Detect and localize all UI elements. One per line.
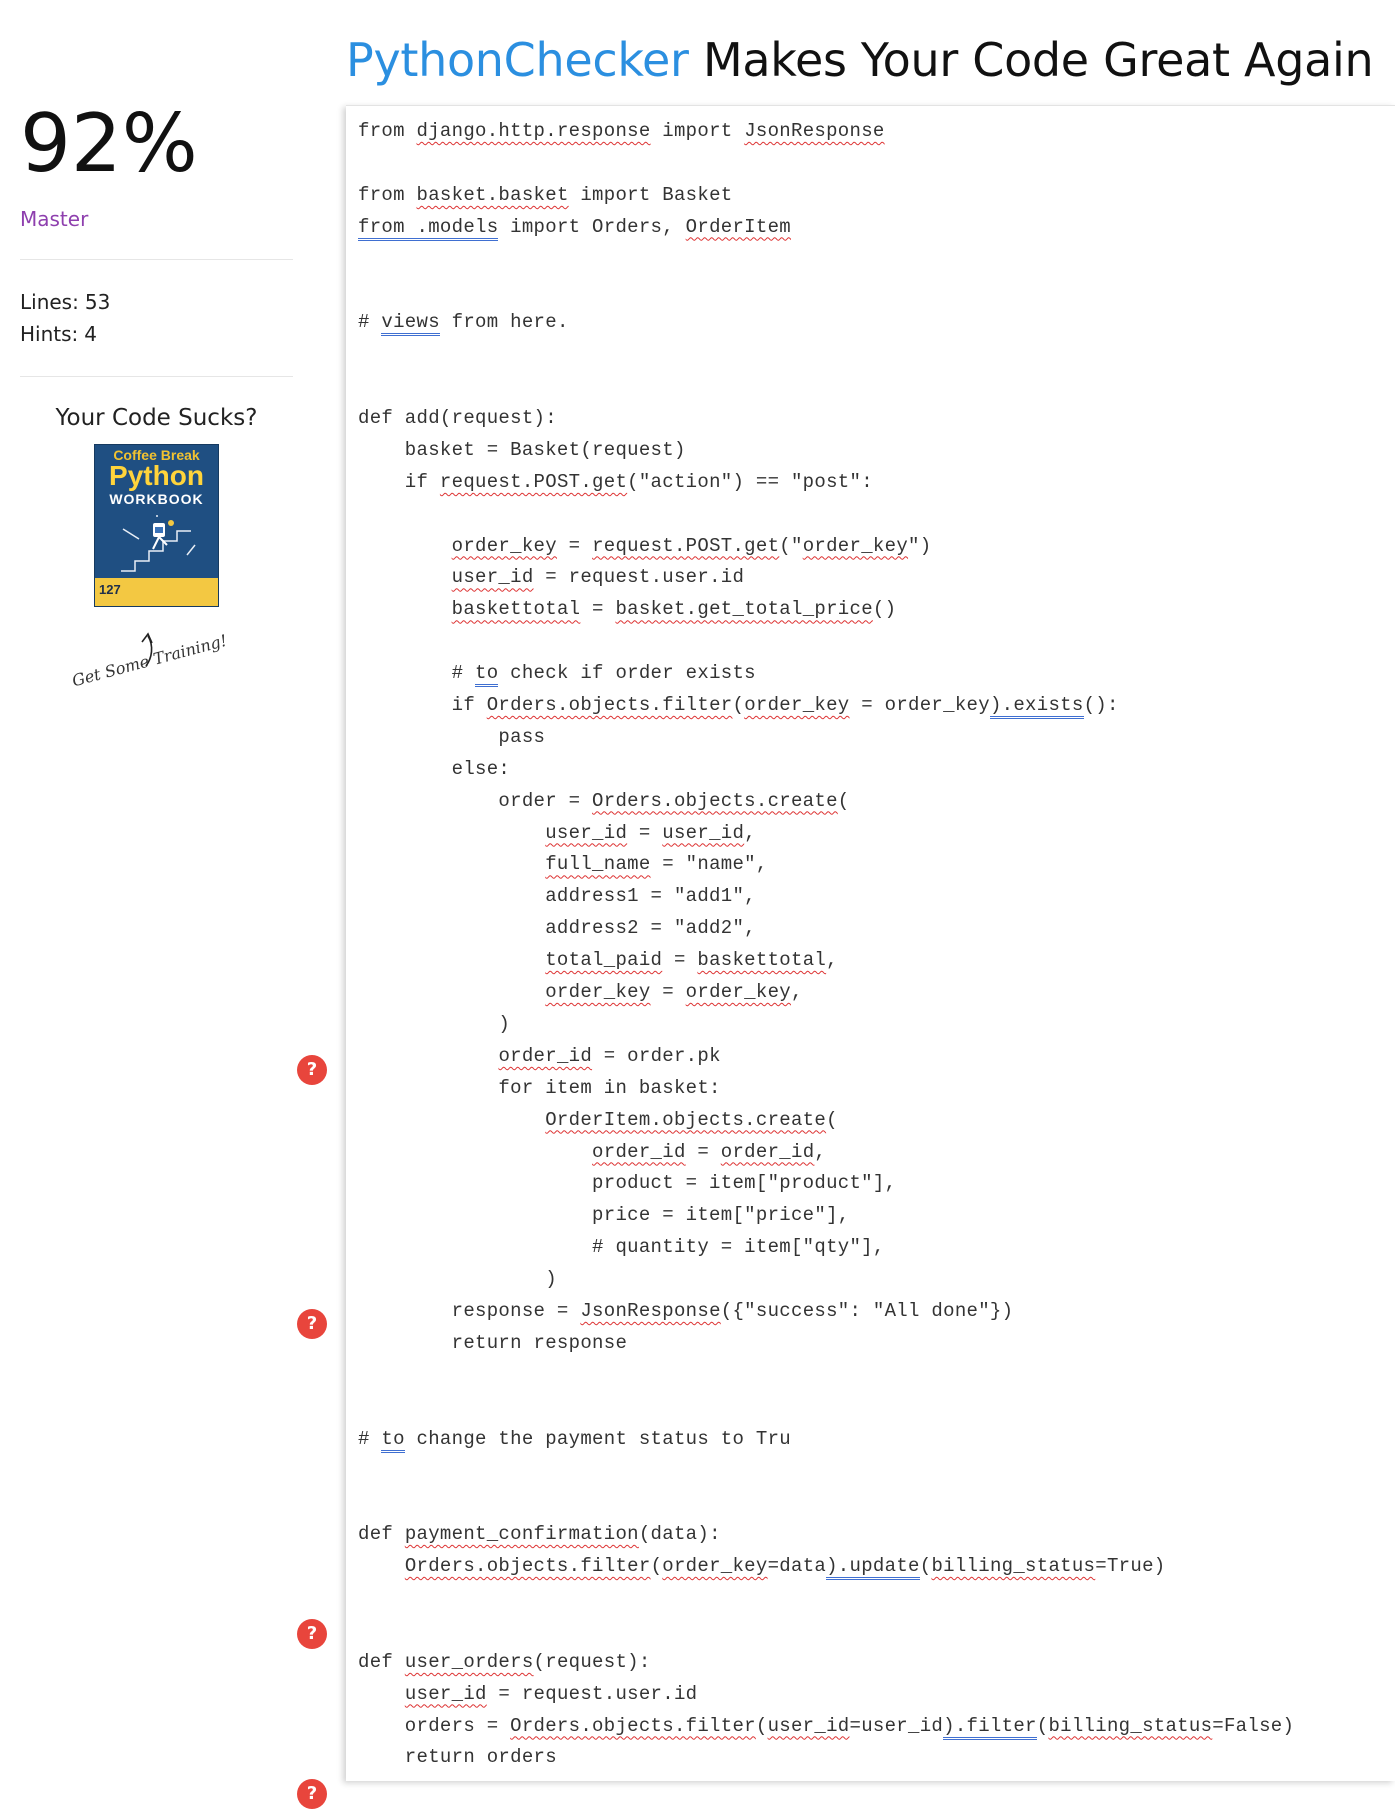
code-line: order_key = order_key,: [545, 981, 803, 1004]
lines-label: Lines:: [20, 290, 79, 314]
code-line: return orders: [358, 1746, 557, 1769]
code-line: basket = Basket(request): [358, 438, 686, 461]
book-cover-link[interactable]: Coffee Break Python WORKBOOK 127: [94, 444, 219, 607]
page-title: PythonChecker Makes Your Code Great Agai…: [346, 28, 1374, 92]
code-line: return response: [358, 1331, 628, 1354]
code-line: address2 = "add2",: [358, 917, 756, 940]
lines-stat: Lines: 53: [20, 286, 293, 318]
code-line: # quantity = item["qty"],: [358, 1236, 885, 1259]
stairs-illustration-icon: [121, 515, 196, 572]
brand-name: PythonChecker: [346, 33, 689, 87]
code-lines: from django.http.response import JsonRes…: [358, 116, 1294, 1774]
book-band: 127: [95, 578, 218, 606]
code-line: Orders.objects.filter(order_key=data).up…: [358, 1551, 1294, 1583]
code-line: ): [358, 1268, 557, 1291]
book-title-line2: Python: [109, 460, 204, 491]
code-line: orders = Orders.objects.filter(user_id=u…: [358, 1711, 1294, 1743]
code-line: response = JsonResponse({"success": "All…: [358, 1299, 1014, 1322]
hints-label: Hints:: [20, 322, 79, 346]
code-line: pass: [358, 725, 546, 748]
code-line: product = item["product"],: [358, 1172, 897, 1195]
code-editor[interactable]: from django.http.response import JsonRes…: [346, 105, 1395, 1781]
score-value: 92%: [20, 97, 198, 190]
code-line: user_id = request.user.id: [451, 566, 745, 589]
code-line: def add(request):: [358, 407, 557, 430]
divider: [20, 259, 293, 260]
code-line: for item in basket:: [358, 1076, 721, 1099]
code-line: order_id = order_id,: [592, 1140, 827, 1163]
code-line: order = Orders.objects.create(: [358, 789, 850, 812]
code-line: OrderItem.objects.create(: [545, 1108, 838, 1131]
level-label: Master: [20, 207, 89, 231]
book-number: 127: [99, 582, 121, 597]
hint-marker[interactable]: ?: [297, 1619, 327, 1649]
code-line: if request.POST.get("action") == "post":: [358, 470, 873, 493]
tagline: Makes Your Code Great Again: [688, 33, 1374, 87]
code-line: user_id = request.user.id: [404, 1682, 698, 1705]
code-line: full_name = "name",: [545, 853, 768, 876]
code-line: ): [358, 1012, 511, 1035]
promo-heading: Your Code Sucks?: [55, 405, 258, 431]
hint-marker[interactable]: ?: [297, 1055, 327, 1085]
code-line: if Orders.objects.filter(order_key = ord…: [358, 690, 1294, 722]
hints-stat: Hints: 4: [20, 318, 293, 350]
lines-value: 53: [84, 290, 111, 314]
code-line: baskettotal = basket.get_total_price(): [451, 598, 897, 621]
book-title-line3: WORKBOOK: [109, 491, 204, 507]
code-line: from .models import Orders, OrderItem: [358, 212, 1294, 244]
divider: [20, 376, 293, 377]
stats: Lines: 53 Hints: 4: [20, 286, 293, 350]
code-line: def user_orders(request):: [358, 1650, 651, 1673]
code-line: price = item["price"],: [358, 1204, 850, 1227]
code-line: order_id = order.pk: [498, 1044, 721, 1067]
code-line: from django.http.response import JsonRes…: [358, 120, 885, 142]
hints-value: 4: [84, 322, 98, 346]
code-line: def payment_confirmation(data):: [358, 1523, 721, 1546]
sidebar: 92% Master Lines: 53 Hints: 4 Your Code Su…: [20, 95, 293, 431]
code-line: else:: [358, 757, 511, 780]
code-line: # views from here.: [358, 307, 1294, 339]
code-line: total_paid = baskettotal,: [545, 949, 838, 972]
hint-marker[interactable]: ?: [297, 1779, 327, 1809]
code-line: # to check if order exists: [358, 658, 1294, 690]
code-line: order_key = request.POST.get("order_key"…: [451, 534, 932, 557]
code-line: # to change the payment status to Tru: [358, 1424, 1294, 1456]
hint-marker[interactable]: ?: [297, 1309, 327, 1339]
code-line: user_id = user_id,: [545, 821, 756, 844]
code-line: from basket.basket import Basket: [358, 183, 733, 206]
code-line: address1 = "add1",: [358, 885, 756, 908]
